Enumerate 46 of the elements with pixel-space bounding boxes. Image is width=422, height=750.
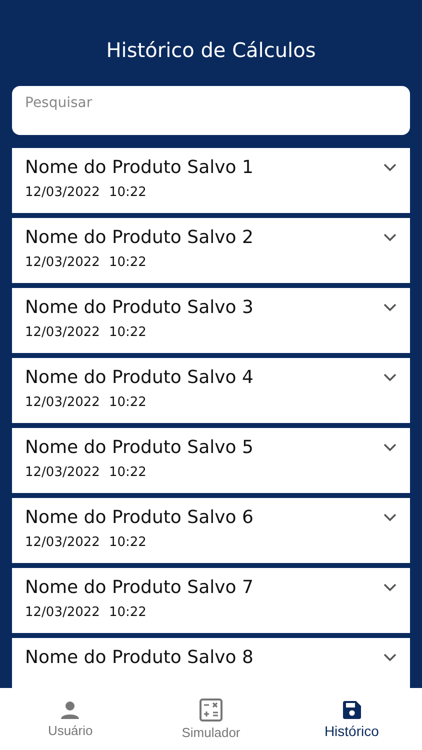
saved-date: 12/03/2022 bbox=[25, 325, 100, 340]
history-card[interactable]: Nome do Produto Salvo 5 12/03/2022 10:22 bbox=[12, 428, 410, 493]
chevron-icon[interactable] bbox=[383, 513, 397, 522]
saved-date: 12/03/2022 bbox=[25, 605, 100, 620]
history-card[interactable]: Nome do Produto Salvo 6 12/03/2022 10:22 bbox=[12, 498, 410, 563]
history-card[interactable]: Nome do Produto Salvo 1 12/03/2022 10:22 bbox=[12, 148, 410, 213]
history-card[interactable]: Nome do Produto Salvo 3 12/03/2022 10:22 bbox=[12, 288, 410, 353]
saved-time: 10:22 bbox=[108, 185, 146, 200]
chevron-icon[interactable] bbox=[383, 233, 397, 242]
chevron-icon[interactable] bbox=[383, 163, 397, 172]
chevron-icon[interactable] bbox=[383, 303, 397, 312]
search-field[interactable]: Pesquisar bbox=[12, 86, 410, 135]
chevron-icon[interactable] bbox=[383, 583, 397, 592]
product-name: Nome do Produto Salvo 8 bbox=[25, 647, 254, 668]
saved-time: 10:22 bbox=[108, 325, 146, 340]
saved-time: 10:22 bbox=[108, 395, 146, 410]
saved-time: 10:22 bbox=[108, 465, 146, 480]
saved-date: 12/03/2022 bbox=[25, 185, 100, 200]
product-name: Nome do Produto Salvo 5 bbox=[25, 437, 254, 458]
saved-time: 10:22 bbox=[108, 535, 146, 550]
saved-date: 12/03/2022 bbox=[25, 395, 100, 410]
product-name: Nome do Produto Salvo 3 bbox=[25, 297, 254, 318]
product-name: Nome do Produto Salvo 2 bbox=[25, 227, 254, 248]
product-name: Nome do Produto Salvo 6 bbox=[25, 507, 254, 528]
product-name: Nome do Produto Salvo 7 bbox=[25, 577, 254, 598]
history-card[interactable]: Nome do Produto Salvo 7 12/03/2022 10:22 bbox=[12, 568, 410, 633]
history-card[interactable]: Nome do Produto Salvo 2 12/03/2022 10:22 bbox=[12, 218, 410, 283]
chevron-icon[interactable] bbox=[383, 653, 397, 662]
history-card[interactable]: Nome do Produto Salvo 4 12/03/2022 10:22 bbox=[12, 358, 410, 423]
nav-tab[interactable]: Histórico bbox=[281, 688, 422, 750]
chevron-icon[interactable] bbox=[383, 373, 397, 382]
history-card[interactable]: Nome do Produto Salvo 8 bbox=[12, 638, 410, 688]
saved-time: 10:22 bbox=[108, 255, 146, 270]
product-name: Nome do Produto Salvo 4 bbox=[25, 367, 254, 388]
saved-date: 12/03/2022 bbox=[25, 535, 100, 550]
save-icon bbox=[342, 700, 362, 720]
page-title: Histórico de Cálculos bbox=[106, 37, 316, 62]
chevron-icon[interactable] bbox=[383, 443, 397, 452]
product-name: Nome do Produto Salvo 1 bbox=[25, 157, 254, 178]
nav-tab[interactable]: Simulador bbox=[140, 688, 282, 750]
user-icon bbox=[60, 700, 80, 720]
calculator-icon bbox=[199, 698, 223, 722]
saved-date: 12/03/2022 bbox=[25, 465, 100, 480]
nav-tab[interactable]: Usuário bbox=[0, 688, 141, 750]
saved-date: 12/03/2022 bbox=[25, 255, 100, 270]
saved-time: 10:22 bbox=[108, 605, 146, 620]
